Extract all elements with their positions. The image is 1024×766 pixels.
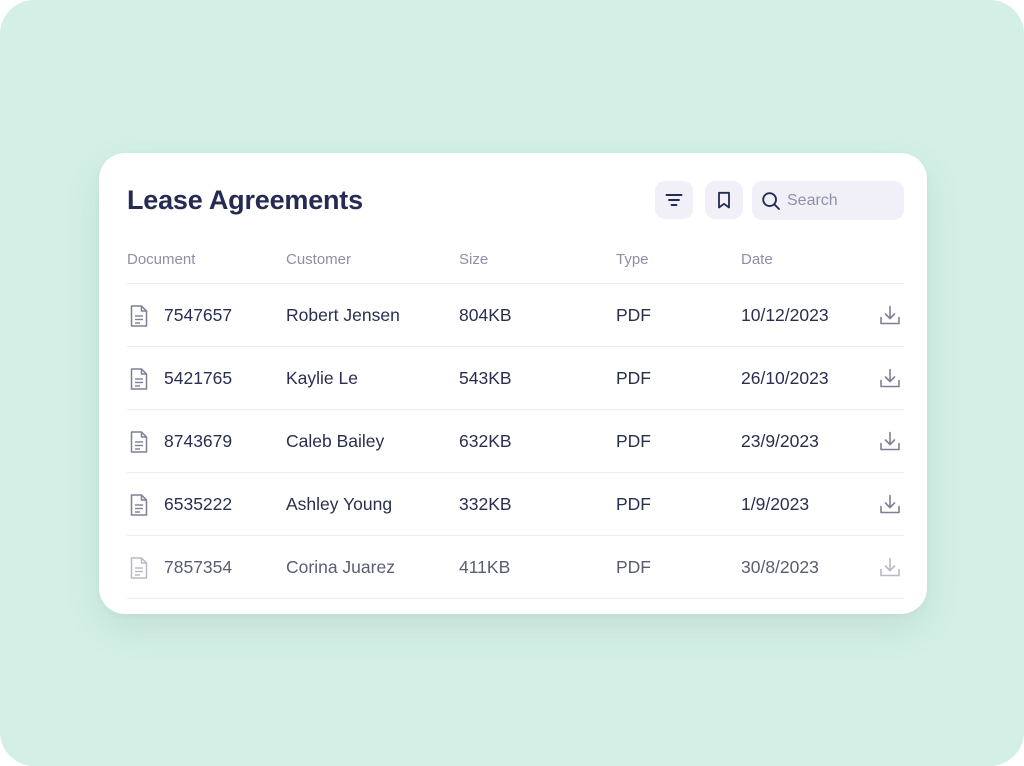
file-size: 543KB [459, 368, 512, 388]
file-type: PDF [616, 368, 651, 388]
file-type: PDF [616, 494, 651, 514]
customer-name: Ashley Young [286, 494, 393, 514]
lease-agreements-card: Lease Agreements Document Customer Size … [99, 153, 927, 614]
document-date: 10/12/2023 [741, 305, 829, 325]
table-row[interactable]: 7857354 Corina Juarez 411KB PDF 30/8/202… [127, 536, 904, 598]
table-row[interactable]: 7547657 Robert Jensen 804KB PDF 10/12/20… [127, 284, 904, 346]
download-icon[interactable] [878, 429, 902, 453]
document-number: 5421765 [164, 368, 233, 388]
document-number: 7547657 [164, 305, 233, 325]
customer-name: Kaylie Le [286, 368, 358, 388]
file-type: PDF [616, 305, 651, 325]
bookmark-icon [718, 191, 730, 209]
customer-name: Caleb Bailey [286, 431, 385, 451]
download-icon[interactable] [878, 366, 902, 390]
document-date: 26/10/2023 [741, 368, 829, 388]
document-icon [130, 431, 148, 453]
download-icon[interactable] [878, 492, 902, 516]
document-date: 30/8/2023 [741, 557, 819, 577]
column-header-document: Document [127, 251, 196, 268]
document-date: 23/9/2023 [741, 431, 819, 451]
document-number: 8743679 [164, 431, 233, 451]
customer-name: Robert Jensen [286, 305, 400, 325]
document-icon [130, 494, 148, 516]
table-row[interactable]: 8743679 Caleb Bailey 632KB PDF 23/9/2023 [127, 410, 904, 472]
document-icon [130, 557, 148, 579]
download-icon[interactable] [878, 303, 902, 327]
file-size: 411KB [459, 557, 511, 577]
file-type: PDF [616, 557, 651, 577]
filter-icon [665, 194, 683, 206]
table-row[interactable]: 6535222 Ashley Young 332KB PDF 1/9/2023 [127, 473, 904, 535]
card-title: Lease Agreements [127, 185, 363, 215]
document-icon [130, 305, 148, 327]
file-size: 332KB [459, 494, 512, 514]
table-row[interactable]: 5421765 Kaylie Le 543KB PDF 26/10/2023 [127, 347, 904, 409]
search-box[interactable] [752, 181, 904, 220]
column-header-customer: Customer [286, 251, 352, 268]
file-size: 804KB [459, 305, 512, 325]
file-size: 632KB [459, 431, 512, 451]
document-date: 1/9/2023 [741, 494, 810, 514]
search-input[interactable] [787, 191, 887, 210]
document-icon [130, 368, 148, 390]
column-header-date: Date [741, 251, 773, 268]
file-type: PDF [616, 431, 651, 451]
document-number: 7857354 [164, 557, 233, 577]
search-icon [762, 191, 780, 210]
customer-name: Corina Juarez [286, 557, 395, 577]
download-icon[interactable] [878, 555, 902, 579]
row-divider [127, 598, 904, 599]
column-header-type: Type [616, 251, 649, 268]
filter-button[interactable] [655, 181, 693, 219]
document-number: 6535222 [164, 494, 233, 514]
bookmark-button[interactable] [705, 181, 743, 219]
column-header-size: Size [459, 251, 489, 268]
